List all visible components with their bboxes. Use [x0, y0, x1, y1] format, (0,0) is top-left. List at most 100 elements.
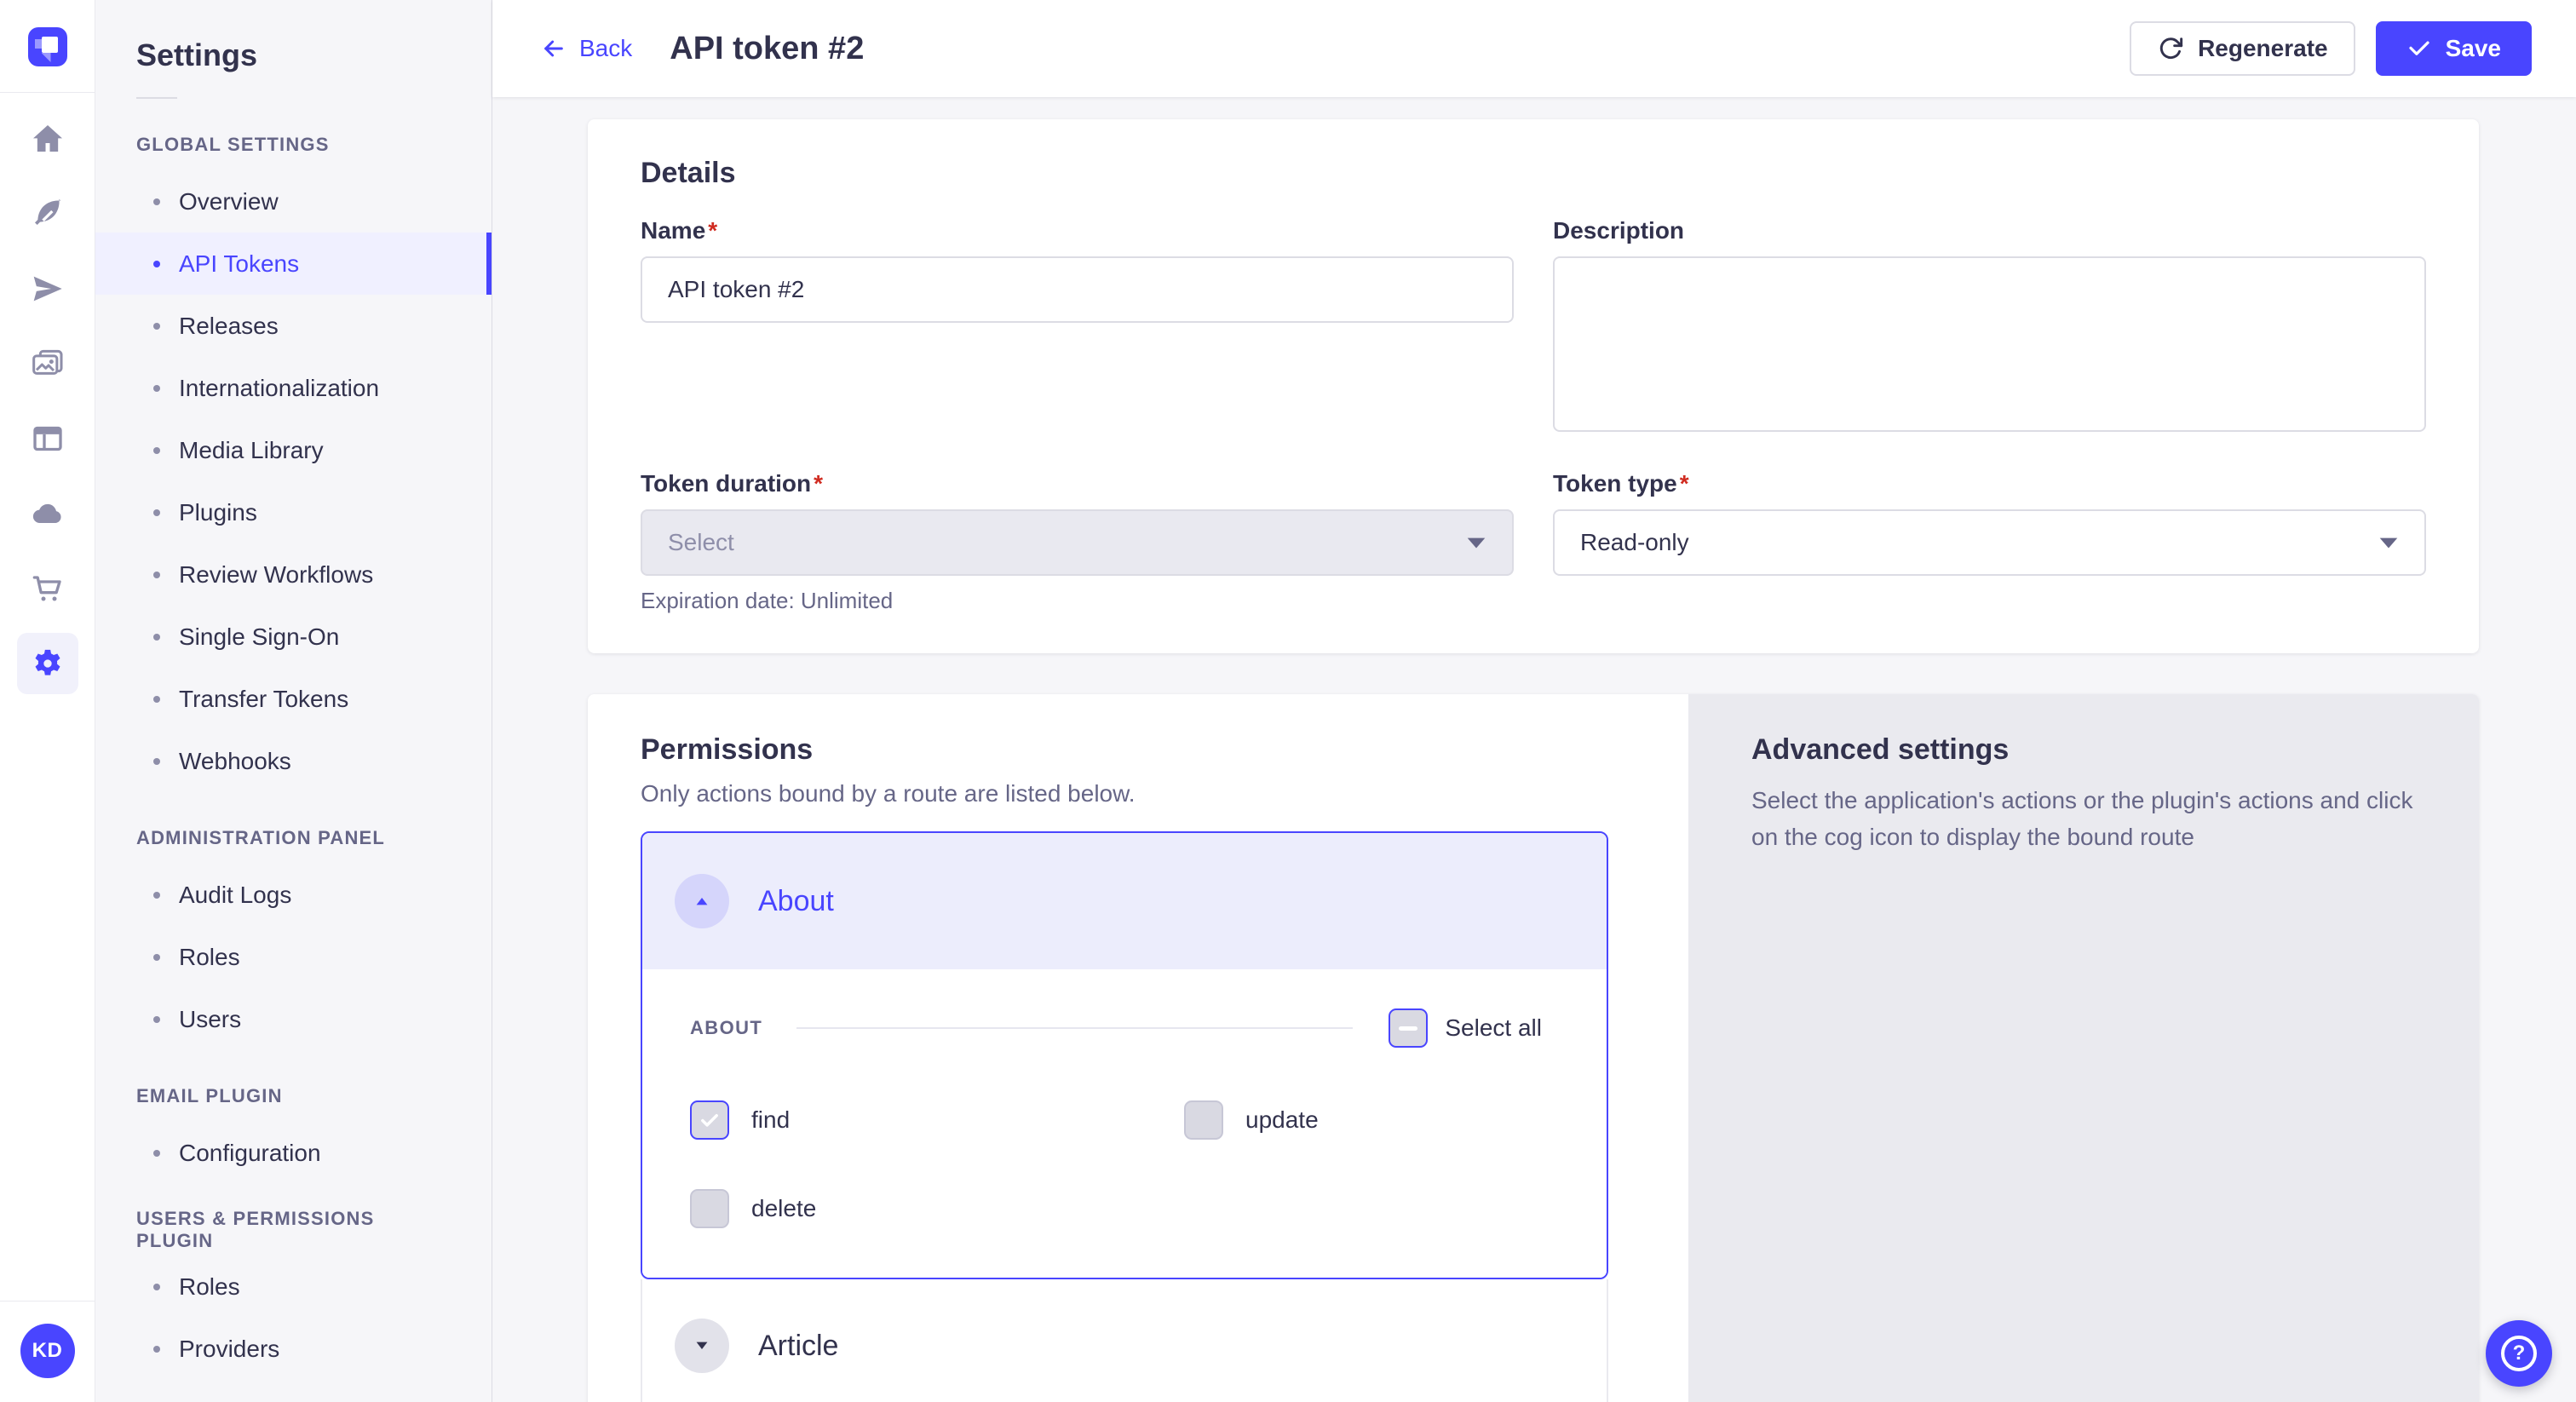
bullet-icon: [153, 758, 160, 765]
name-input[interactable]: [641, 256, 1514, 323]
sidebar-item-roles-up[interactable]: Roles: [95, 1255, 492, 1318]
select-all-label: Select all: [1445, 1014, 1542, 1042]
bullet-icon: [153, 1016, 160, 1023]
article-accordion: Article: [641, 1279, 1608, 1402]
token-duration-label: Token duration*: [641, 470, 1514, 497]
bullet-icon: [153, 509, 160, 516]
content-manager-feather-icon[interactable]: [17, 183, 78, 244]
page-body: Details Name* Description: [492, 97, 2576, 1402]
sidebar-title-divider: [136, 97, 177, 99]
expand-chevron-down-icon[interactable]: [675, 1319, 729, 1373]
bullet-icon: [153, 385, 160, 392]
sidebar-item-review-workflows[interactable]: Review Workflows: [95, 543, 492, 606]
app-root: KD Settings GLOBAL SETTINGS Overview API…: [0, 0, 2576, 1402]
regenerate-button[interactable]: Regenerate: [2130, 21, 2355, 76]
name-field: Name*: [641, 217, 1514, 436]
sidebar-title: Settings: [136, 37, 451, 73]
sidebar-item-internationalization[interactable]: Internationalization: [95, 357, 492, 419]
bullet-icon: [153, 1284, 160, 1290]
sidebar-item-api-tokens[interactable]: API Tokens: [95, 233, 492, 295]
sidebar-item-audit-logs[interactable]: Audit Logs: [95, 864, 492, 926]
bullet-icon: [153, 447, 160, 454]
strapi-logo-icon[interactable]: [28, 27, 67, 66]
sidebar-section-email-plugin: EMAIL PLUGIN Configuration: [95, 1079, 492, 1184]
sidebar-item-roles-admin[interactable]: Roles: [95, 926, 492, 988]
about-accordion-header[interactable]: About: [642, 833, 1607, 969]
main-area: Back API token #2 Regenerate Save Detail…: [492, 0, 2576, 1402]
page-title: API token #2: [670, 31, 864, 67]
action-find: find: [690, 1100, 1184, 1140]
deploy-cloud-icon[interactable]: [17, 483, 78, 544]
about-accordion-body: ABOUT Select all: [642, 969, 1607, 1278]
bullet-icon: [153, 572, 160, 578]
help-button[interactable]: ?: [2486, 1320, 2552, 1387]
select-all-control: Select all: [1389, 1008, 1542, 1048]
advanced-settings-text: Select the application's actions or the …: [1751, 782, 2419, 856]
find-checkbox[interactable]: [690, 1100, 729, 1140]
about-actions-grid: find update delete: [690, 1100, 1542, 1228]
bullet-icon: [153, 954, 160, 961]
bullet-icon: [153, 1346, 160, 1353]
icon-rail: KD: [0, 0, 95, 1402]
bullet-icon: [153, 198, 160, 205]
bullet-icon: [153, 892, 160, 899]
home-icon[interactable]: [17, 108, 78, 170]
required-asterisk: *: [814, 470, 823, 497]
chevron-down-icon: [1466, 537, 1486, 549]
name-label: Name*: [641, 217, 1514, 244]
rail-nav: [17, 108, 78, 708]
token-duration-select[interactable]: Select: [641, 509, 1514, 576]
sidebar-item-webhooks[interactable]: Webhooks: [95, 730, 492, 792]
sidebar-item-transfer-tokens[interactable]: Transfer Tokens: [95, 668, 492, 730]
token-type-label: Token type*: [1553, 470, 2426, 497]
sidebar-section-label: GLOBAL SETTINGS: [95, 128, 492, 162]
sidebar-item-providers[interactable]: Providers: [95, 1318, 492, 1380]
save-button[interactable]: Save: [2376, 21, 2532, 76]
about-accordion: About ABOUT Select all: [641, 831, 1608, 1279]
sidebar-section-administration-panel: ADMINISTRATION PANEL Audit Logs Roles Us…: [95, 821, 492, 1050]
about-accordion-title: About: [758, 885, 834, 918]
sidebar-item-releases[interactable]: Releases: [95, 295, 492, 357]
delete-checkbox[interactable]: [690, 1189, 729, 1228]
marketplace-cart-icon[interactable]: [17, 558, 78, 619]
sidebar-item-plugins[interactable]: Plugins: [95, 481, 492, 543]
chevron-down-icon: [2378, 537, 2399, 549]
sidebar-section-label: ADMINISTRATION PANEL: [95, 821, 492, 855]
required-asterisk: *: [1680, 470, 1689, 497]
check-icon: [2406, 36, 2432, 61]
update-checkbox[interactable]: [1184, 1100, 1223, 1140]
sidebar-item-configuration[interactable]: Configuration: [95, 1122, 492, 1184]
action-delete: delete: [690, 1189, 1184, 1228]
section-divider: [796, 1027, 1353, 1029]
rail-divider: [0, 92, 95, 93]
description-textarea[interactable]: [1553, 256, 2426, 432]
description-label: Description: [1553, 217, 2426, 244]
settings-gear-icon[interactable]: [17, 633, 78, 694]
expiration-helper-text: Expiration date: Unlimited: [641, 588, 1514, 614]
page-header: Back API token #2 Regenerate Save: [492, 0, 2576, 97]
back-link[interactable]: Back: [540, 35, 632, 62]
bullet-icon: [153, 323, 160, 330]
token-type-select[interactable]: Read-only: [1553, 509, 2426, 576]
avatar-initials: KD: [32, 1339, 63, 1363]
details-card: Details Name* Description: [588, 119, 2479, 653]
media-library-icon[interactable]: [17, 333, 78, 394]
bullet-icon: [153, 1150, 160, 1157]
user-avatar[interactable]: KD: [20, 1324, 75, 1378]
check-icon: [698, 1108, 722, 1132]
advanced-settings-panel: Advanced settings Select the application…: [1688, 694, 2479, 1402]
sidebar-item-overview[interactable]: Overview: [95, 170, 492, 233]
collapse-chevron-up-icon[interactable]: [675, 874, 729, 928]
article-accordion-header[interactable]: Article: [642, 1279, 1607, 1402]
content-type-builder-layout-icon[interactable]: [17, 408, 78, 469]
settings-sidebar: Settings GLOBAL SETTINGS Overview API To…: [95, 0, 492, 1402]
sidebar-item-media-library[interactable]: Media Library: [95, 419, 492, 481]
token-type-field: Token type* Read-only: [1553, 470, 2426, 614]
action-update: update: [1184, 1100, 1542, 1140]
sidebar-section-users-permissions-plugin: USERS & PERMISSIONS PLUGIN Roles Provide…: [95, 1213, 492, 1380]
releases-paper-plane-icon[interactable]: [17, 258, 78, 319]
bullet-icon: [153, 696, 160, 703]
select-all-checkbox[interactable]: [1389, 1008, 1428, 1048]
sidebar-item-users[interactable]: Users: [95, 988, 492, 1050]
sidebar-item-single-sign-on[interactable]: Single Sign-On: [95, 606, 492, 668]
